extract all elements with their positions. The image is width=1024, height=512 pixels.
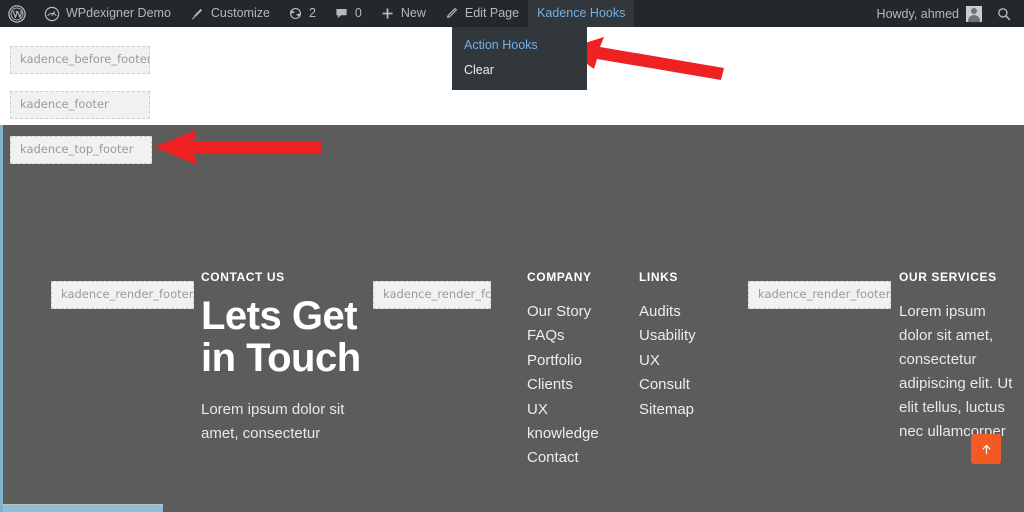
list-item[interactable]: Usability [639, 324, 739, 348]
kadence-hooks-menu[interactable]: Kadence Hooks [528, 0, 634, 27]
kadence-hooks-dropdown: Action Hooks Clear [452, 27, 587, 90]
update-icon [288, 6, 303, 21]
menu-item-action-hooks[interactable]: Action Hooks [452, 33, 587, 58]
company-link-list: Our Story FAQs Portfolio Clients UX know… [527, 300, 632, 471]
left-edge-accent [0, 125, 3, 512]
links-link-list: Audits Usability UX Consult Sitemap [639, 300, 739, 422]
footer-column-company: COMPANY Our Story FAQs Portfolio Clients… [527, 270, 632, 471]
list-item[interactable]: Sitemap [639, 398, 739, 422]
pencil-icon [444, 6, 459, 21]
adminbar-right-group: Howdy, ahmed [873, 0, 1024, 27]
comments-count: 0 [355, 0, 362, 27]
avatar [966, 6, 982, 22]
contact-heading: Lets Get in Touch [201, 295, 366, 379]
arrow-up-icon [979, 442, 994, 457]
list-item[interactable]: UX [527, 398, 632, 422]
new-label: New [401, 0, 426, 27]
company-column-title: COMPANY [527, 270, 632, 284]
site-footer [0, 125, 1024, 512]
footer-column-services: OUR SERVICES Lorem ipsum dolor sit amet,… [899, 270, 1019, 444]
updates-menu[interactable]: 2 [279, 0, 325, 27]
comments-menu[interactable]: 0 [325, 0, 371, 27]
plus-icon [380, 6, 395, 21]
updates-count: 2 [309, 0, 316, 27]
hook-badge-render-footer-3[interactable]: kadence_render_footer. [748, 281, 891, 309]
scroll-to-top-button[interactable] [971, 434, 1001, 464]
browser-status-bar [3, 504, 163, 512]
list-item[interactable]: knowledge [527, 422, 632, 446]
customize-menu[interactable]: Customize [180, 0, 279, 27]
list-item[interactable]: Our Story [527, 300, 632, 324]
site-name-label: WPdexigner Demo [66, 0, 171, 27]
footer-column-links: LINKS Audits Usability UX Consult Sitema… [639, 270, 739, 422]
contact-body-text: Lorem ipsum dolor sit amet, consectetur [201, 398, 366, 446]
hook-badge-top-footer[interactable]: kadence_top_footer [10, 136, 152, 164]
services-column-title: OUR SERVICES [899, 270, 1019, 284]
howdy-label: Howdy, ahmed [877, 7, 959, 21]
menu-item-clear[interactable]: Clear [452, 58, 587, 83]
wordpress-logo-menu[interactable] [0, 0, 35, 27]
dashboard-icon [44, 6, 60, 22]
list-item[interactable]: UX [639, 349, 739, 373]
search-icon [996, 6, 1012, 22]
hook-badge-render-footer-2[interactable]: kadence_render_foo [373, 281, 491, 309]
edit-page-label: Edit Page [465, 0, 519, 27]
wordpress-logo-icon [8, 5, 26, 23]
footer-column-contact: CONTACT US Lets Get in Touch Lorem ipsum… [201, 270, 366, 446]
hook-badge-footer[interactable]: kadence_footer [10, 91, 150, 119]
hook-badge-render-footer-1[interactable]: kadence_render_footer. [51, 281, 194, 309]
list-item[interactable]: Audits [639, 300, 739, 324]
list-item[interactable]: FAQs [527, 324, 632, 348]
links-column-title: LINKS [639, 270, 739, 284]
search-button[interactable] [990, 6, 1024, 22]
wp-admin-bar: WPdexigner Demo Customize 2 [0, 0, 1024, 27]
edit-page-menu[interactable]: Edit Page [435, 0, 528, 27]
list-item[interactable]: Contact [527, 446, 632, 470]
screenshot-root: WPdexigner Demo Customize 2 [0, 0, 1024, 512]
comment-icon [334, 6, 349, 21]
list-item[interactable]: Clients [527, 373, 632, 397]
contact-column-title: CONTACT US [201, 270, 366, 284]
list-item[interactable]: Portfolio [527, 349, 632, 373]
paintbrush-icon [189, 6, 205, 22]
site-name-menu[interactable]: WPdexigner Demo [35, 0, 180, 27]
kadence-hooks-label: Kadence Hooks [537, 0, 625, 27]
hook-badge-before-footer[interactable]: kadence_before_footer [10, 46, 150, 74]
account-menu[interactable]: Howdy, ahmed [873, 6, 990, 22]
customize-label: Customize [211, 0, 270, 27]
list-item[interactable]: Consult [639, 373, 739, 397]
services-body-text: Lorem ipsum dolor sit amet, consectetur … [899, 300, 1019, 444]
new-content-menu[interactable]: New [371, 0, 435, 27]
